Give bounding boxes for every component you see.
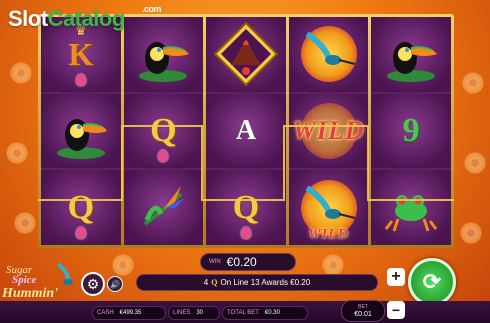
symbol-letter-q: Q xyxy=(150,112,177,149)
background-flower xyxy=(12,210,38,236)
lines-label: LINES xyxy=(173,310,191,316)
symbol-cell: WILD xyxy=(288,93,369,169)
background-flower xyxy=(458,220,484,246)
bet-increase-button[interactable]: + xyxy=(387,268,405,286)
toucan-icon xyxy=(139,42,190,83)
symbol-cell: Q xyxy=(206,170,286,246)
speaker-icon: 🔊 xyxy=(110,279,120,289)
total-bet-value: €0.30 xyxy=(264,310,280,316)
symbol-letter-q: Q xyxy=(67,188,95,226)
win-value: €0.20 xyxy=(226,255,257,269)
toucan-icon xyxy=(56,119,107,159)
settings-button[interactable]: ⚙ xyxy=(81,272,105,296)
symbol-cell xyxy=(371,170,451,246)
lines-display: LINES 30 xyxy=(168,306,220,320)
symbol-cell xyxy=(123,17,204,92)
symbol-cell xyxy=(41,93,121,169)
sound-toggle-button[interactable]: 🔊 xyxy=(107,276,123,292)
symbol-cell xyxy=(371,17,451,92)
game-logo-line2: Spice xyxy=(12,274,37,286)
win-label: WIN xyxy=(209,259,221,265)
hummingbird-logo-icon xyxy=(56,262,73,285)
cash-label: CASH xyxy=(97,310,114,316)
minus-icon: − xyxy=(391,302,401,318)
symbol-cell: 9 xyxy=(371,93,451,169)
spin-button[interactable]: ⟳ xyxy=(408,258,456,306)
win-message-text: On Line 13 Awards €0.20 xyxy=(220,278,311,287)
plus-icon: + xyxy=(391,268,401,285)
gear-icon: ⚙ xyxy=(86,275,100,292)
symbol-number-nine: 9 xyxy=(402,112,420,149)
lines-value: 30 xyxy=(196,310,204,316)
background-flower xyxy=(4,140,30,166)
game-logo-line3: Hummin' xyxy=(2,286,59,301)
flower-accent-icon xyxy=(158,150,169,163)
win-message-symbol: Q xyxy=(211,278,218,287)
wild-symbol: WILD xyxy=(292,116,365,145)
win-message: 4 Q On Line 13 Awards €0.20 xyxy=(136,274,378,291)
bet-label: BET xyxy=(358,304,368,310)
win-display: WIN €0.20 xyxy=(200,253,296,271)
watermark-part1: Slot xyxy=(8,6,48,31)
wild-label: WILD xyxy=(308,227,349,243)
symbol-cell xyxy=(288,17,369,92)
symbol-cell xyxy=(206,17,286,92)
tree-frog-icon xyxy=(384,194,438,232)
symbol-letter-q: Q xyxy=(232,188,260,226)
reel-5: 9 xyxy=(371,17,451,246)
symbol-cell xyxy=(123,170,204,246)
cash-value: €499.35 xyxy=(119,310,142,316)
slotcatalog-watermark: SlotCatalog .com xyxy=(8,4,162,32)
game-logo: Sugar Spice Hummin' xyxy=(0,258,78,306)
reel-1: ♛ K Q xyxy=(41,17,121,246)
flower-accent-icon xyxy=(240,227,251,240)
watermark-part2: Catalog xyxy=(47,6,126,31)
win-message-count: 4 xyxy=(203,278,209,287)
reel-4: WILD WILD xyxy=(288,17,369,246)
background-flower xyxy=(460,70,486,96)
total-bet-label: TOTAL BET xyxy=(227,310,259,316)
bird-of-paradise-flower-icon xyxy=(144,185,186,226)
reel-2: Q xyxy=(123,17,204,246)
reel-3: A Q xyxy=(206,17,286,246)
background-flower xyxy=(110,252,136,278)
bet-value: €0.01 xyxy=(354,311,372,318)
background-flower xyxy=(462,150,488,176)
bet-decrease-button[interactable]: − xyxy=(387,301,405,319)
spin-arrows-icon: ⟳ xyxy=(422,269,442,294)
symbol-cell: A xyxy=(206,93,286,169)
symbol-cell: Q xyxy=(123,93,204,169)
background-flower xyxy=(8,60,34,86)
watermark-suffix: .com xyxy=(142,4,162,14)
flower-accent-icon xyxy=(75,73,86,86)
bet-display: BET €0.01 xyxy=(341,300,385,322)
total-bet-display: TOTAL BET €0.30 xyxy=(222,306,308,320)
hummingbird-icon xyxy=(304,31,355,66)
cash-display: CASH €499.35 xyxy=(92,306,166,320)
volcano-scatter-icon xyxy=(213,21,279,87)
flower-accent-icon xyxy=(75,227,86,240)
reels-frame: ♛ K Q Q A Q WILD WILD 9 xyxy=(38,14,454,248)
toucan-icon xyxy=(387,42,438,83)
symbol-cell: Q xyxy=(41,170,121,246)
symbol-letter-k: K xyxy=(68,35,94,72)
symbol-cell: WILD xyxy=(288,170,369,246)
reels-grid: ♛ K Q Q A Q WILD WILD 9 xyxy=(41,17,451,246)
symbol-letter-a: A xyxy=(235,115,257,146)
